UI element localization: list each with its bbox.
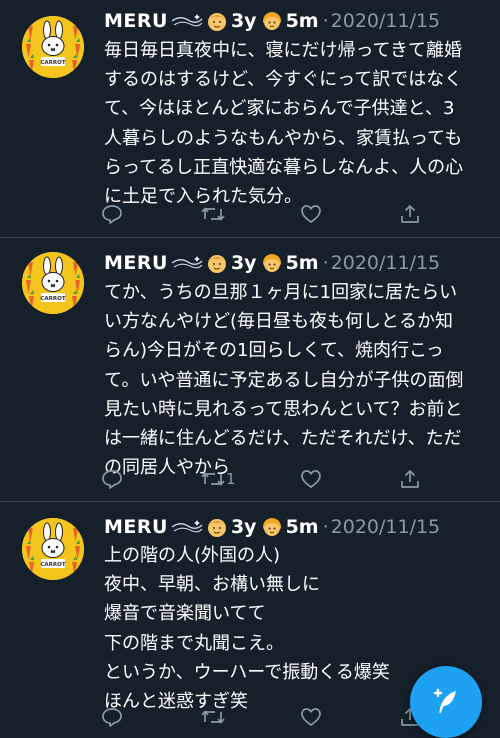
reply-icon bbox=[102, 205, 122, 224]
separator-dot: · bbox=[322, 516, 329, 538]
tweet-text-line: 爆音で音楽聞いてて bbox=[104, 603, 266, 625]
sparkle-wind-icon bbox=[171, 256, 203, 269]
tweet-date[interactable]: 2020/11/15 bbox=[331, 252, 441, 274]
svg-text:CARROT: CARROT bbox=[40, 60, 65, 66]
display-name[interactable]: MERU bbox=[104, 516, 168, 538]
girl-face-icon bbox=[262, 254, 281, 272]
retweet-button[interactable]: 1 bbox=[200, 466, 236, 492]
compose-tweet-icon bbox=[433, 688, 456, 713]
child-age-2: 5m bbox=[285, 516, 319, 538]
girl-face-icon bbox=[262, 518, 281, 536]
svg-text:CARROT: CARROT bbox=[40, 296, 65, 302]
baby-face-icon bbox=[207, 519, 226, 537]
like-button[interactable] bbox=[299, 466, 323, 492]
tweet-actions bbox=[100, 201, 430, 227]
retweet-icon bbox=[201, 207, 225, 221]
reply-button[interactable] bbox=[100, 466, 124, 492]
reply-button[interactable] bbox=[100, 704, 124, 730]
display-name[interactable]: MERU bbox=[104, 10, 168, 32]
avatar[interactable]: CARROT bbox=[22, 16, 84, 78]
tweet-text-line: は一緒に住んどるだけ、ただそれだけ、ただ bbox=[104, 428, 462, 450]
like-button[interactable] bbox=[299, 704, 323, 730]
emoji-decoration bbox=[170, 252, 230, 274]
tweet-header: MERU 3y 5m · 2020/11/15 bbox=[104, 8, 490, 34]
retweet-icon bbox=[201, 472, 225, 486]
tweet[interactable]: CARROT MERU 3y 5m · 2020/11/1 bbox=[0, 238, 500, 502]
like-icon bbox=[301, 470, 321, 488]
tweet-text-line: 見たい時に見れるって思わんといて？お前と bbox=[104, 398, 463, 420]
retweet-count: 1 bbox=[226, 470, 236, 488]
sparkle-wind-icon bbox=[171, 14, 203, 27]
avatar[interactable]: CARROT bbox=[22, 518, 84, 580]
like-icon bbox=[301, 708, 321, 726]
child-age-2: 5m bbox=[285, 10, 319, 32]
baby-face-icon bbox=[207, 13, 226, 31]
tweet-text-line: い方なんやけど(毎日昼も夜も何しとるか知 bbox=[104, 311, 454, 333]
tweet-actions bbox=[100, 704, 430, 730]
emoji-decoration bbox=[170, 516, 230, 538]
tweet[interactable]: CARROT MERU 3y 5m · 2020/11/1 bbox=[0, 0, 500, 238]
tweet-text-line: 上の階の人(外国の人) bbox=[104, 545, 281, 566]
child-age-2: 5m bbox=[285, 252, 319, 274]
sparkle-wind-icon bbox=[171, 520, 203, 533]
like-button[interactable] bbox=[299, 201, 323, 227]
tweet-text-line: てか、うちの旦那１ヶ月に1回家に居たらい bbox=[104, 282, 458, 303]
separator-dot: · bbox=[322, 252, 329, 274]
tweet-text-line: 毎日毎日真夜中に、寝にだけ帰ってきて離婚 bbox=[104, 40, 463, 61]
tweet-text-line: 下の階まで丸聞こえ。 bbox=[104, 632, 284, 654]
display-name[interactable]: MERU bbox=[104, 252, 168, 274]
tweet-text-line: 人暮らしのようなもんやから、家賃払っても bbox=[104, 127, 463, 149]
child-age-1: 3y bbox=[230, 252, 257, 274]
emoji-decoration bbox=[170, 10, 230, 32]
share-button[interactable] bbox=[398, 201, 422, 227]
share-button[interactable] bbox=[398, 466, 422, 492]
share-icon bbox=[401, 205, 419, 223]
retweet-button[interactable] bbox=[200, 704, 226, 730]
tweet-date[interactable]: 2020/11/15 bbox=[331, 516, 441, 538]
tweet-text-line: て。いや普通に予定あるし自分が子供の面倒 bbox=[104, 369, 464, 391]
tweet-date[interactable]: 2020/11/15 bbox=[331, 10, 441, 32]
tweet-text: てか、うちの旦那１ヶ月に1回家に居たらい い方なんやけど(毎日昼も夜も何しとるか… bbox=[104, 278, 486, 482]
retweet-button[interactable] bbox=[200, 201, 226, 227]
tweet-actions: 1 bbox=[100, 466, 430, 492]
tweet-text-line: らってるし正直快適な暮らしなんよ、人の心 bbox=[104, 156, 464, 178]
reply-icon bbox=[102, 708, 122, 727]
tweet-header: MERU 3y 5m · 2020/11/15 bbox=[104, 514, 490, 540]
child-age-1: 3y bbox=[230, 516, 257, 538]
tweet-text-line: 夜中、早朝、お構い無しに bbox=[104, 574, 320, 596]
miffy-carrot-avatar-icon: CARROT bbox=[22, 252, 84, 314]
tweet-text-line: て、今はほとんど家におらんで子供達と、3 bbox=[104, 98, 455, 120]
miffy-carrot-avatar-icon: CARROT bbox=[22, 518, 84, 580]
tweet-text-line: するのはするけど、今すぐにって訳ではなく bbox=[104, 69, 463, 91]
miffy-carrot-avatar-icon: CARROT bbox=[22, 16, 84, 78]
retweet-icon bbox=[201, 710, 225, 724]
baby-face-icon bbox=[207, 255, 226, 273]
child-age-1: 3y bbox=[230, 10, 257, 32]
tweet-text-line: らん)今日がその1回らしくて、焼肉行こっ bbox=[104, 340, 444, 362]
tweet-header: MERU 3y 5m · 2020/11/15 bbox=[104, 250, 490, 276]
separator-dot: · bbox=[322, 10, 329, 32]
share-icon bbox=[401, 470, 419, 488]
avatar[interactable]: CARROT bbox=[22, 252, 84, 314]
reply-button[interactable] bbox=[100, 201, 124, 227]
girl-face-icon bbox=[262, 12, 281, 30]
like-icon bbox=[301, 205, 321, 223]
tweet-text: 毎日毎日真夜中に、寝にだけ帰ってきて離婚 するのはするけど、今すぐにって訳ではな… bbox=[104, 36, 486, 211]
compose-tweet-button[interactable] bbox=[410, 666, 482, 738]
reply-icon bbox=[102, 470, 122, 489]
svg-text:CARROT: CARROT bbox=[40, 562, 65, 568]
